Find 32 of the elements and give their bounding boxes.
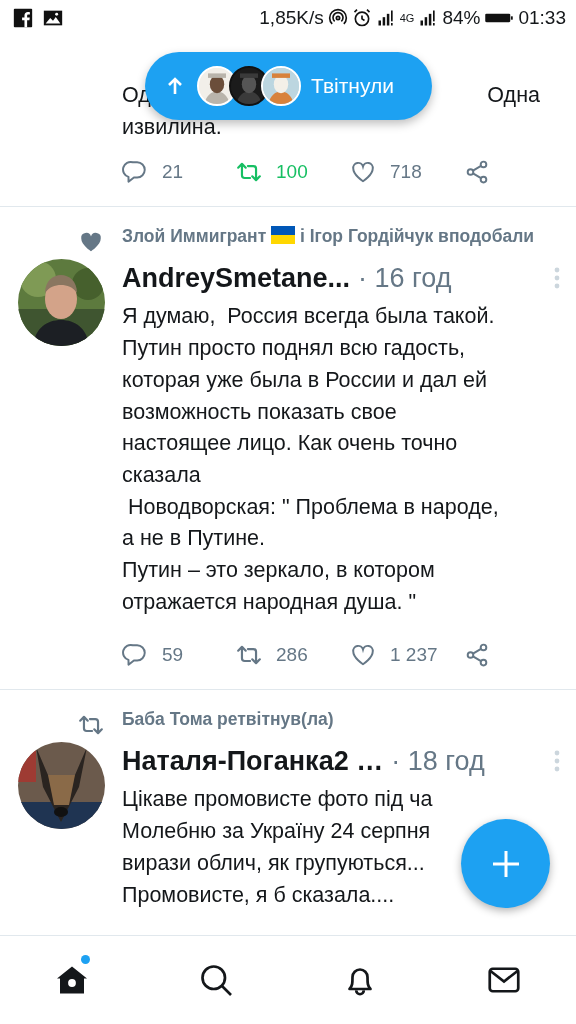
- context-text: Злой Иммигрант: [122, 226, 267, 247]
- plus-icon: [490, 848, 521, 879]
- tweet-text: Я думаю, Россия всегда была такой. Путин просто поднял всю гадость, которая уже была в России и дал ей возможность показать свое настоящее лицо. Как очень точно сказала Новодворская: " Проблема в народе, а не в Путине. Путин – это зеркало, в котором отражается народная душа. ": [122, 303, 499, 616]
- tweet-text: Цікаве промовисте фото під ча Молебню за Україну 24 серпня вирази облич, як групуються... Промовисте, я б сказала....: [122, 786, 433, 909]
- retweet-button[interactable]: 100: [236, 158, 350, 187]
- facebook-icon: [12, 7, 34, 29]
- reply-button[interactable]: 21: [122, 158, 236, 187]
- battery-percent: 84%: [442, 5, 481, 30]
- network-type: 4G: [399, 10, 415, 26]
- network-speed: 1,85K/s: [259, 5, 324, 30]
- clock: 01:33: [518, 5, 566, 30]
- compose-button[interactable]: [461, 819, 550, 908]
- share-icon[interactable]: [464, 159, 490, 186]
- share-icon[interactable]: [464, 642, 490, 669]
- flag-icon: [271, 226, 296, 245]
- context-text: Баба Тома ретвітнув(ла): [122, 709, 334, 730]
- tweet-time: · 16 год: [358, 262, 452, 296]
- context-text: і Ігор Гордійчук вподобали: [300, 226, 535, 247]
- reply-button[interactable]: 59: [122, 641, 236, 670]
- tweet-time: · 18 год: [391, 745, 485, 779]
- alarm-icon: [351, 8, 372, 28]
- like-button[interactable]: 718: [350, 158, 464, 187]
- arrow-up-icon: [167, 77, 183, 95]
- author-name: Наталя-Поганка2 …: [122, 745, 384, 779]
- reply-icon: [122, 642, 148, 669]
- retweet-button[interactable]: 286: [236, 641, 350, 670]
- more-icon[interactable]: [554, 267, 560, 290]
- like-button[interactable]: 1 237: [350, 641, 464, 670]
- reply-icon: [122, 159, 148, 186]
- tweet-text: Одна: [487, 82, 540, 109]
- more-icon[interactable]: [554, 750, 560, 773]
- author-name: AndreySmetane...: [122, 262, 351, 296]
